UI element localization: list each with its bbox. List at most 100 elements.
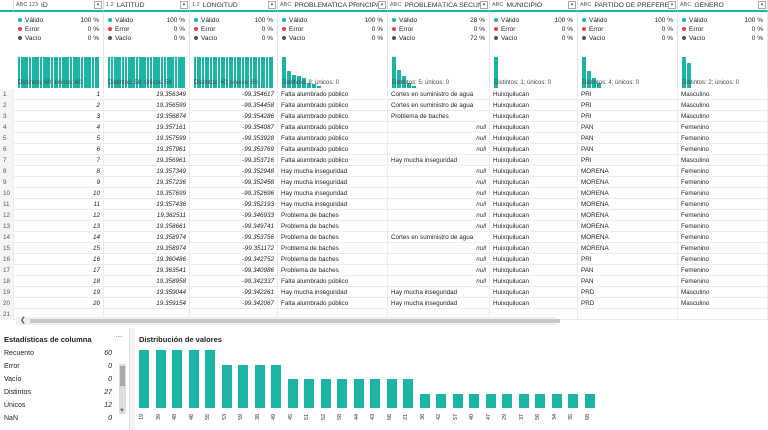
row-number[interactable]: 13 — [0, 221, 14, 232]
row-number[interactable]: 5 — [0, 133, 14, 144]
table-cell[interactable]: 9 — [14, 177, 104, 188]
distribution-bar[interactable] — [469, 393, 479, 408]
table-cell[interactable]: null — [388, 276, 490, 287]
table-cell[interactable]: Huixquilucan — [490, 133, 578, 144]
table-cell[interactable]: Femenino — [678, 232, 768, 243]
row-number[interactable]: 9 — [0, 177, 14, 188]
table-cell[interactable]: 19.357699 — [104, 188, 190, 199]
table-cell[interactable]: PRI — [578, 155, 678, 166]
stats-scrollbar-thumb[interactable] — [120, 366, 125, 386]
table-cell[interactable]: Problema de baches — [278, 243, 388, 254]
stats-scrollbar[interactable] — [119, 364, 126, 414]
row-number[interactable]: 21 — [0, 309, 14, 320]
table-cell[interactable]: MORENA — [578, 232, 678, 243]
table-cell[interactable]: 5 — [14, 133, 104, 144]
table-cell[interactable]: Femenino — [678, 133, 768, 144]
table-cell[interactable]: Hay mucha inseguridad — [278, 188, 388, 199]
type-icon[interactable]: ABC 123 — [16, 2, 38, 8]
type-icon[interactable]: ABC — [280, 2, 291, 8]
table-cell[interactable]: 19.358958 — [104, 276, 190, 287]
table-cell[interactable]: Huixquilucan — [490, 254, 578, 265]
table-cell[interactable]: 19.357436 — [104, 199, 190, 210]
table-corner[interactable] — [0, 0, 14, 12]
table-cell[interactable]: 1 — [14, 89, 104, 100]
table-cell[interactable]: PAN — [578, 133, 678, 144]
table-cell[interactable]: Hay mucha inseguridad — [278, 166, 388, 177]
table-cell[interactable]: null — [388, 144, 490, 155]
distribution-bar[interactable] — [172, 350, 182, 408]
table-cell[interactable]: 6 — [14, 144, 104, 155]
table-cell[interactable]: Masculino — [678, 89, 768, 100]
distribution-bar[interactable] — [205, 350, 215, 408]
type-icon[interactable]: 1.2 — [192, 2, 200, 8]
table-cell[interactable]: 14 — [14, 232, 104, 243]
table-cell[interactable]: Huixquilucan — [490, 265, 578, 276]
distribution-bar[interactable] — [584, 393, 595, 408]
type-icon[interactable]: ABC — [390, 2, 401, 8]
table-cell[interactable]: MORENA — [578, 188, 678, 199]
distribution-bar[interactable] — [337, 379, 347, 408]
table-cell[interactable]: -99.346933 — [190, 210, 278, 221]
table-cell[interactable]: null — [388, 199, 490, 210]
table-cell[interactable]: Femenino — [678, 166, 768, 177]
distribution-bar[interactable] — [518, 393, 529, 408]
table-cell[interactable]: Femenino — [678, 243, 768, 254]
table-cell[interactable]: -99.351172 — [190, 243, 278, 254]
row-number[interactable]: 4 — [0, 122, 14, 133]
distribution-bar[interactable] — [287, 379, 298, 408]
table-cell[interactable]: Masculino — [678, 298, 768, 309]
distribution-bar[interactable] — [155, 350, 166, 408]
scrollbar-thumb[interactable] — [30, 319, 560, 323]
table-cell[interactable]: 19.356874 — [104, 111, 190, 122]
table-cell[interactable]: 19.357599 — [104, 133, 190, 144]
table-cell[interactable]: Femenino — [678, 221, 768, 232]
column-header-6[interactable]: ABC MUNICIPIO ▾ — [490, 0, 578, 12]
table-cell[interactable]: Falta alumbrado público — [278, 122, 388, 133]
filter-dropdown-icon[interactable]: ▾ — [94, 1, 102, 9]
table-cell[interactable]: Huixquilucan — [490, 210, 578, 221]
table-cell[interactable]: null — [388, 254, 490, 265]
table-cell[interactable]: 12 — [14, 210, 104, 221]
table-cell[interactable]: -99.353928 — [190, 133, 278, 144]
table-cell[interactable]: MORENA — [578, 210, 678, 221]
table-cell[interactable]: Huixquilucan — [490, 199, 578, 210]
filter-dropdown-icon[interactable]: ▾ — [758, 1, 766, 9]
row-number[interactable]: 17 — [0, 265, 14, 276]
table-cell[interactable]: Falta alumbrado público — [278, 111, 388, 122]
column-header-1[interactable]: ABC 123 ID ▾ — [14, 0, 104, 12]
table-cell[interactable]: 19.356961 — [104, 155, 190, 166]
filter-dropdown-icon[interactable]: ▾ — [480, 1, 488, 9]
table-cell[interactable]: MORENA — [578, 166, 678, 177]
distribution-bar[interactable] — [221, 364, 232, 408]
distribution-bar[interactable] — [271, 364, 281, 408]
table-cell[interactable]: PRI — [578, 254, 678, 265]
table-cell[interactable]: PRD — [578, 287, 678, 298]
table-cell[interactable]: Hay mucha inseguridad — [278, 287, 388, 298]
table-cell[interactable] — [678, 309, 768, 320]
table-cell[interactable]: 18 — [14, 276, 104, 287]
filter-dropdown-icon[interactable]: ▾ — [378, 1, 386, 9]
type-icon[interactable]: ABC — [580, 2, 591, 8]
table-cell[interactable]: Masculino — [678, 100, 768, 111]
table-cell[interactable]: Huixquilucan — [490, 111, 578, 122]
filter-dropdown-icon[interactable]: ▾ — [268, 1, 276, 9]
distribution-bar[interactable] — [139, 350, 149, 408]
table-cell[interactable]: Huixquilucan — [490, 89, 578, 100]
table-cell[interactable]: Huixquilucan — [490, 100, 578, 111]
table-cell[interactable]: Problema de baches — [278, 265, 388, 276]
table-cell[interactable]: PAN — [578, 122, 678, 133]
table-cell[interactable]: Femenino — [678, 122, 768, 133]
type-icon[interactable]: ABC — [492, 2, 503, 8]
table-cell[interactable]: -99.342067 — [190, 298, 278, 309]
distribution-bar[interactable] — [419, 393, 430, 408]
table-cell[interactable]: 19.357161 — [104, 122, 190, 133]
table-cell[interactable]: Huixquilucan — [490, 166, 578, 177]
table-cell[interactable]: Femenino — [678, 144, 768, 155]
table-cell[interactable]: Huixquilucan — [490, 243, 578, 254]
table-cell[interactable]: 16 — [14, 254, 104, 265]
table-cell[interactable]: 19.356349 — [104, 89, 190, 100]
table-cell[interactable]: Cortes en suministro de agua — [388, 232, 490, 243]
table-cell[interactable]: Problema de baches — [278, 221, 388, 232]
table-cell[interactable]: 19.358974 — [104, 232, 190, 243]
table-cell[interactable]: -99.354286 — [190, 111, 278, 122]
